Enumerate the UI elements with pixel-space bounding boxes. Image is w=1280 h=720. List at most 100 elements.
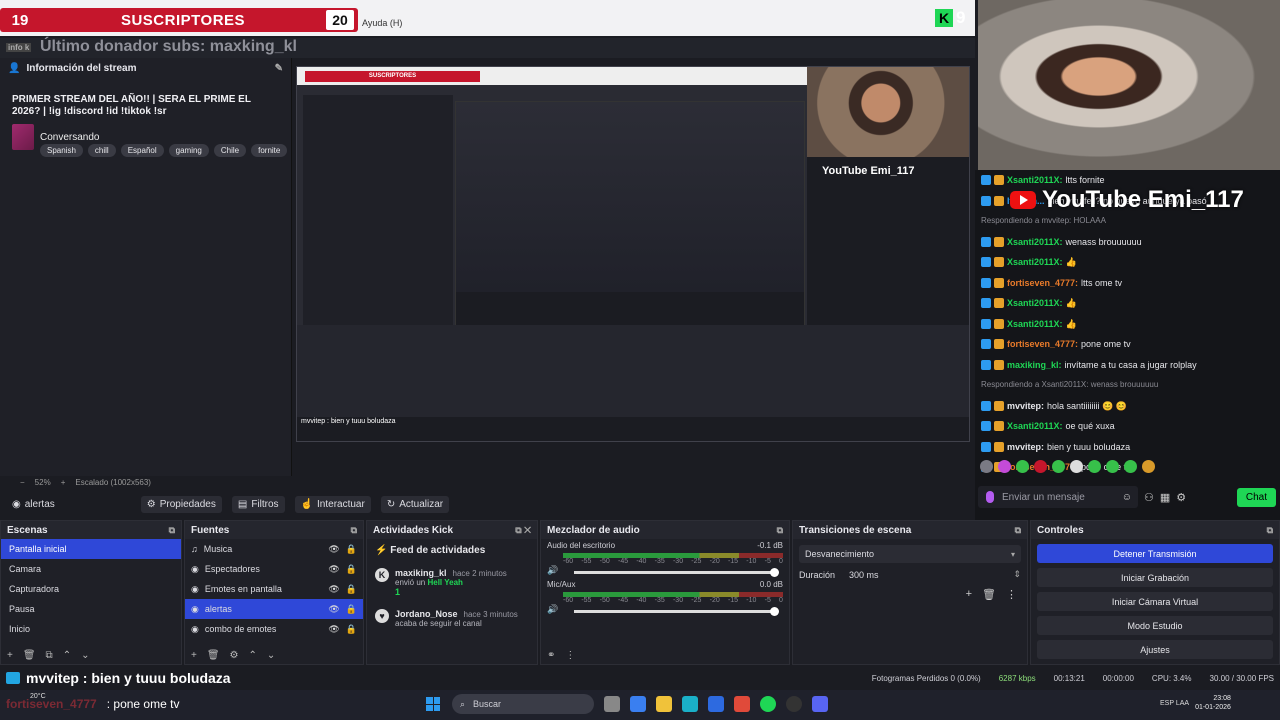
settings-button[interactable]: Ajustes: [1037, 640, 1273, 659]
chat-user[interactable]: Xsanti2011X:: [1007, 314, 1063, 335]
speaker-icon[interactable]: 🔊: [547, 604, 558, 615]
interact-button[interactable]: ☝ Interactuar: [294, 495, 371, 513]
taskbar-search[interactable]: ⌕ Buscar: [452, 694, 594, 714]
emote-icon[interactable]: [1088, 460, 1101, 473]
close-icon[interactable]: ⧉ ✕: [515, 525, 531, 536]
help-menu[interactable]: Ayuda (H): [362, 18, 402, 28]
trash-icon[interactable]: 🗑: [207, 650, 220, 661]
emote-icon[interactable]: [1034, 460, 1047, 473]
source-item[interactable]: ◉ Espectadores 👁 🔒: [185, 559, 363, 579]
language-indicator[interactable]: ESP LAA: [1160, 700, 1189, 707]
chat-send-button[interactable]: Chat: [1236, 487, 1276, 507]
discord-icon[interactable]: [812, 696, 828, 712]
source-item[interactable]: ◉ Emotes en pantalla 👁 🔒: [185, 579, 363, 599]
scene-item[interactable]: Capturadora: [1, 579, 181, 599]
obs-icon[interactable]: [786, 696, 802, 712]
gear-icon[interactable]: ⚙: [230, 650, 239, 661]
volume-slider[interactable]: [574, 607, 779, 616]
chat-user[interactable]: Xsanti2011X:: [1007, 252, 1063, 273]
lock-icon[interactable]: 🔒: [346, 544, 357, 555]
up-icon[interactable]: ⌃: [249, 650, 257, 661]
clock[interactable]: 23:08 01-01-2026: [1195, 694, 1231, 712]
dock-menu-icon[interactable]: ⧉: [1267, 525, 1273, 536]
spotify-icon[interactable]: [760, 696, 776, 712]
kebab-icon[interactable]: ⋮: [565, 650, 575, 661]
down-icon[interactable]: ⌄: [81, 650, 89, 661]
chat-user[interactable]: Xsanti2011X:: [1007, 416, 1063, 437]
add-icon[interactable]: +: [191, 650, 197, 661]
link-icon[interactable]: ⚭: [547, 650, 555, 661]
down-icon[interactable]: ⌄: [267, 650, 275, 661]
scene-item[interactable]: Pausa: [1, 599, 181, 619]
scale-label[interactable]: Escalado (1002x563): [75, 478, 151, 487]
chat-user[interactable]: mvvitep:: [1007, 437, 1044, 458]
emote-icon[interactable]: [1124, 460, 1137, 473]
refresh-button[interactable]: ↻ Actualizar: [380, 495, 450, 513]
scene-item[interactable]: Camara: [1, 559, 181, 579]
eye-icon[interactable]: 👁: [328, 604, 339, 615]
speaker-icon[interactable]: 🔊: [547, 565, 558, 576]
lock-icon[interactable]: 🔒: [346, 564, 357, 575]
eye-icon[interactable]: 👁: [328, 584, 339, 595]
chrome-icon[interactable]: [734, 696, 750, 712]
add-icon[interactable]: +: [7, 650, 13, 661]
weather-widget[interactable]: 20°C: [30, 693, 46, 700]
studio-mode-button[interactable]: Modo Estudio: [1037, 616, 1273, 635]
lock-icon[interactable]: 🔒: [346, 604, 357, 615]
kebab-icon[interactable]: ⋮: [1006, 588, 1017, 601]
dock-menu-icon[interactable]: ⧉: [351, 525, 357, 536]
volume-slider[interactable]: [574, 568, 779, 577]
edge-icon[interactable]: [682, 696, 698, 712]
filters-button[interactable]: ▤ Filtros: [231, 495, 285, 513]
dock-menu-icon[interactable]: ⧉: [1015, 525, 1021, 536]
copy-icon[interactable]: ⧉: [46, 650, 53, 661]
emote-icon[interactable]: [1052, 460, 1065, 473]
emote-icon[interactable]: [998, 460, 1011, 473]
minus-icon[interactable]: −: [20, 478, 25, 487]
stop-stream-button[interactable]: Detener Transmisión: [1037, 544, 1273, 563]
chat-user[interactable]: maxiking_kl:: [1007, 355, 1062, 376]
eye-icon[interactable]: 👁: [328, 544, 339, 555]
emote-icon[interactable]: [1016, 460, 1029, 473]
emoji-icon[interactable]: ☺: [1122, 492, 1132, 503]
trash-icon[interactable]: 🗑: [982, 588, 996, 601]
chat-user[interactable]: Xsanti2011X:: [1007, 232, 1063, 253]
duration-field[interactable]: 300 ms: [849, 570, 879, 580]
folder-icon[interactable]: [656, 696, 672, 712]
emote-icon[interactable]: [1070, 460, 1083, 473]
properties-button[interactable]: ⚙ Propiedades: [140, 495, 222, 513]
trash-icon[interactable]: 🗑: [23, 650, 36, 661]
dock-menu-icon[interactable]: ⧉: [169, 525, 175, 536]
up-icon[interactable]: ⌃: [63, 650, 71, 661]
gear-icon[interactable]: ⚙: [1176, 491, 1186, 504]
chat-user[interactable]: mvvitep:: [1007, 396, 1044, 417]
chat-input[interactable]: Enviar un mensaje ☺: [978, 486, 1138, 508]
emote-icon[interactable]: [980, 460, 993, 473]
app-icon[interactable]: [630, 696, 646, 712]
source-item[interactable]: ♫ Musica 👁 🔒: [185, 539, 363, 559]
transition-select[interactable]: Desvanecimiento ▾: [799, 545, 1021, 563]
scene-item[interactable]: Pantalla inicial: [1, 539, 181, 559]
start-virtual-camera-button[interactable]: Iniciar Cámara Virtual: [1037, 592, 1273, 611]
emote-icon[interactable]: [1142, 460, 1155, 473]
stepper-icon[interactable]: ⇕: [1013, 569, 1021, 580]
eye-icon[interactable]: 👁: [328, 624, 339, 635]
plus-icon[interactable]: +: [61, 478, 66, 487]
program-preview[interactable]: SUSCRIPTORES YouTube Emi_117 mvvitep : b…: [296, 66, 970, 442]
scene-item[interactable]: Inicio: [1, 619, 181, 639]
lock-icon[interactable]: 🔒: [346, 624, 357, 635]
dock-menu-icon[interactable]: ⧉: [777, 525, 783, 536]
add-icon[interactable]: +: [966, 588, 972, 601]
chat-user[interactable]: fortiseven_4777:: [1007, 334, 1078, 355]
users-icon[interactable]: ⚇: [1144, 491, 1154, 504]
windows-start-icon[interactable]: [426, 697, 440, 711]
edit-icon[interactable]: ✎: [275, 63, 283, 74]
start-recording-button[interactable]: Iniciar Grabación: [1037, 568, 1273, 587]
lock-icon[interactable]: 🔒: [346, 584, 357, 595]
store-icon[interactable]: ▦: [1160, 491, 1170, 504]
emote-icon[interactable]: [1106, 460, 1119, 473]
eye-icon[interactable]: 👁: [328, 564, 339, 575]
source-item[interactable]: ◉ alertas 👁 🔒: [185, 599, 363, 619]
chat-user[interactable]: fortiseven_4777:: [1007, 273, 1078, 294]
file-icon[interactable]: [604, 696, 620, 712]
